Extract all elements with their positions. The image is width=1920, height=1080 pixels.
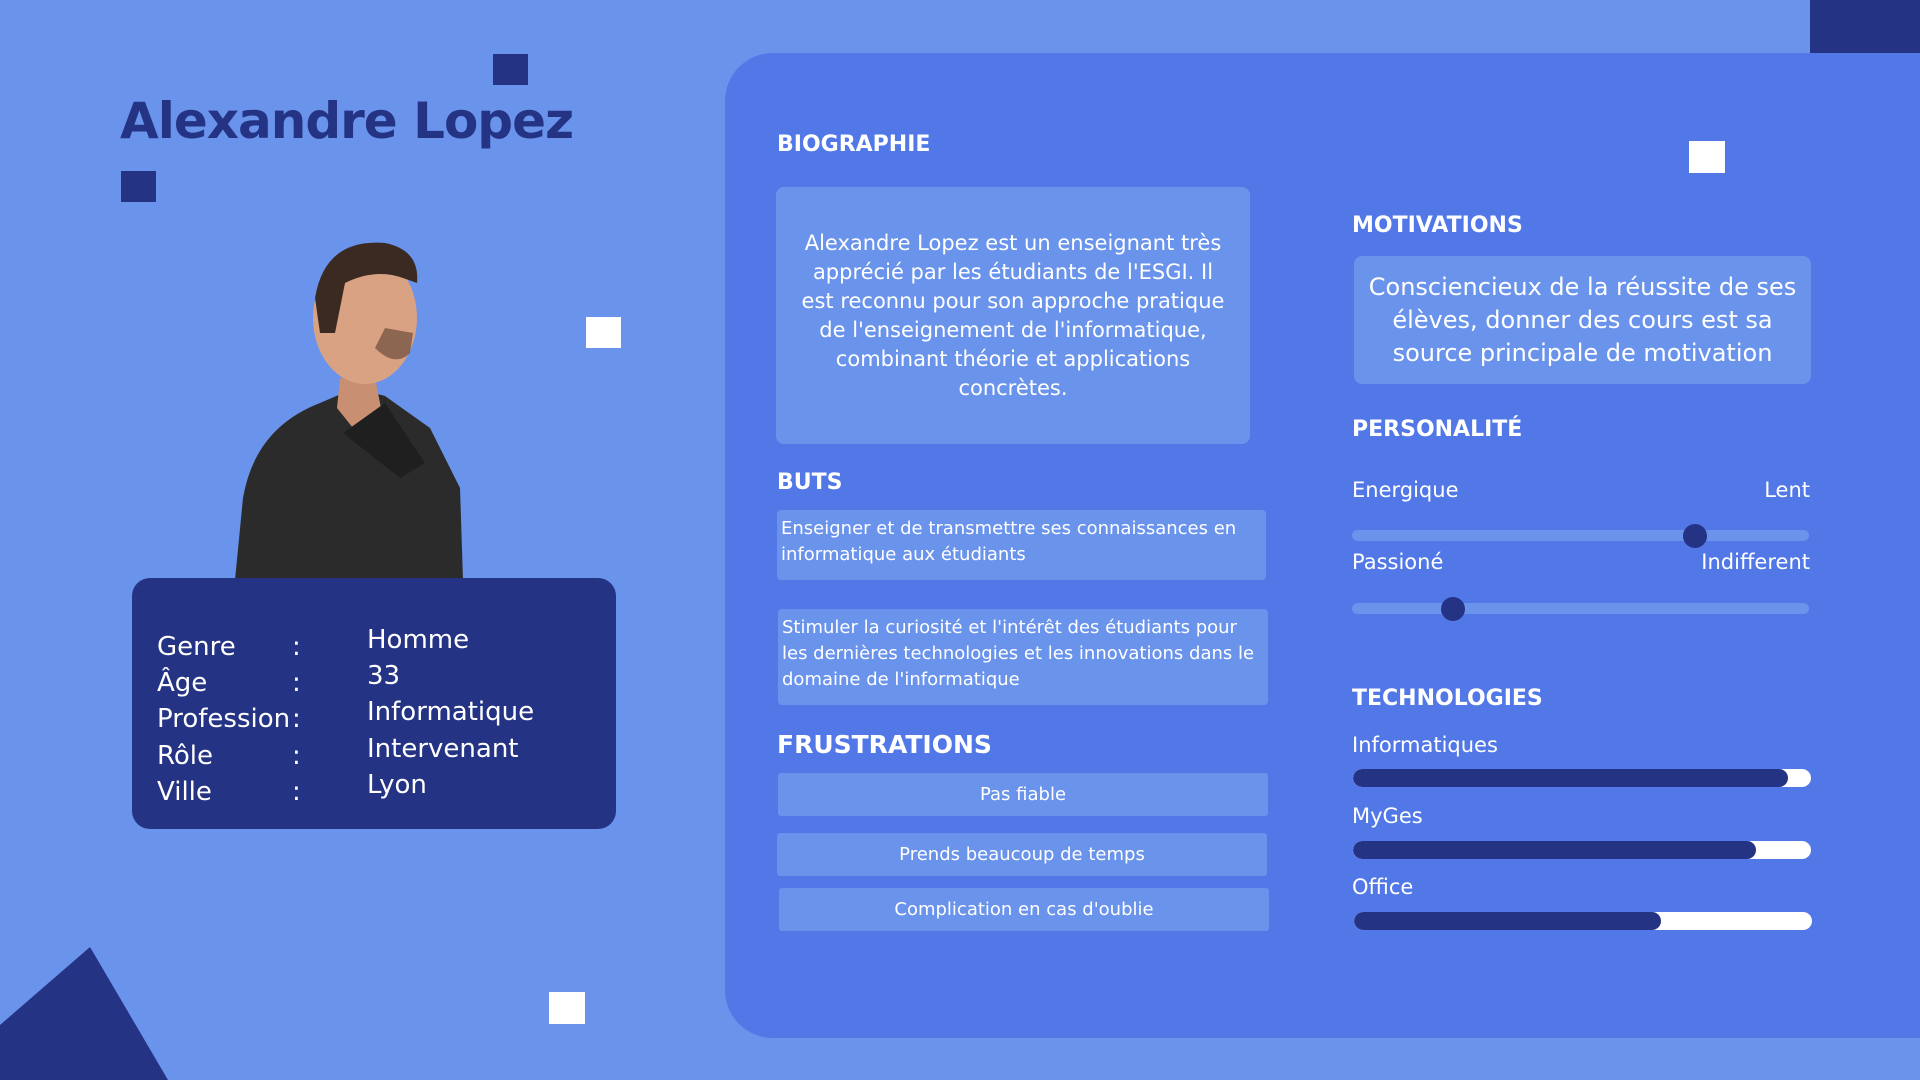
personality-title: PERSONALITÉ bbox=[1352, 417, 1523, 442]
info-separator: : bbox=[292, 777, 301, 807]
motivations-title: MOTIVATIONS bbox=[1352, 213, 1523, 238]
info-label: Genre bbox=[157, 632, 236, 662]
trait-left-label: Energique bbox=[1352, 478, 1459, 502]
info-separator: : bbox=[292, 632, 301, 662]
info-value: 33 bbox=[367, 661, 401, 691]
decor-square bbox=[1689, 141, 1725, 173]
trait-left-label: Passioné bbox=[1352, 550, 1444, 574]
personality-slider-knob[interactable] bbox=[1440, 597, 1465, 621]
biography-title: BIOGRAPHIE bbox=[777, 132, 931, 157]
info-label: Âge bbox=[157, 668, 208, 698]
personality-slider-track bbox=[1352, 603, 1809, 614]
info-value: Informatique bbox=[367, 697, 535, 727]
goal-item: Enseigner et de transmettre ses connaiss… bbox=[777, 510, 1266, 580]
tech-level-bar bbox=[1353, 841, 1811, 859]
decor-square bbox=[586, 317, 621, 348]
decor-square bbox=[493, 54, 528, 85]
frustrations-title: FRUSTRATIONS bbox=[777, 730, 992, 759]
goal-item: Stimuler la curiosité et l'intérêt des é… bbox=[778, 609, 1268, 705]
biography-text: Alexandre Lopez est un enseignant très a… bbox=[776, 187, 1250, 444]
tech-level-fill bbox=[1354, 912, 1661, 930]
info-value: Lyon bbox=[367, 770, 427, 800]
tech-label: Office bbox=[1352, 875, 1414, 899]
tech-level-bar bbox=[1353, 769, 1811, 787]
personality-slider-knob[interactable] bbox=[1682, 524, 1707, 548]
tech-label: MyGes bbox=[1352, 804, 1423, 828]
tech-level-fill bbox=[1353, 769, 1789, 787]
decor-triangle bbox=[0, 947, 168, 1080]
info-separator: : bbox=[292, 668, 301, 698]
goals-title: BUTS bbox=[777, 470, 843, 495]
personality-slider-track bbox=[1352, 530, 1809, 541]
info-separator: : bbox=[292, 741, 301, 771]
technologies-title: TECHNOLOGIES bbox=[1352, 686, 1543, 711]
tech-level-bar bbox=[1354, 912, 1812, 930]
tech-level-fill bbox=[1353, 841, 1757, 859]
info-separator: : bbox=[292, 704, 301, 734]
motivations-text: Consciencieux de la réussite de ses élèv… bbox=[1354, 256, 1811, 384]
info-label: Profession bbox=[157, 704, 291, 734]
person-portrait-icon bbox=[235, 242, 463, 580]
frustration-item: Complication en cas d'oublie bbox=[779, 888, 1269, 931]
info-value: Homme bbox=[367, 625, 470, 655]
info-label: Rôle bbox=[157, 741, 214, 771]
frustration-item: Pas fiable bbox=[778, 773, 1268, 816]
persona-name: Alexandre Lopez bbox=[120, 92, 574, 150]
info-value: Intervenant bbox=[367, 734, 519, 764]
decor-square bbox=[121, 171, 156, 202]
trait-right-label: Indifferent bbox=[1701, 550, 1810, 574]
trait-right-label: Lent bbox=[1764, 478, 1810, 502]
tech-label: Informatiques bbox=[1352, 733, 1498, 757]
info-card: Genre : Homme Âge : 33 Profession : Info… bbox=[132, 578, 616, 829]
decor-square bbox=[549, 992, 585, 1024]
info-label: Ville bbox=[157, 777, 212, 807]
frustration-item: Prends beaucoup de temps bbox=[777, 833, 1267, 876]
